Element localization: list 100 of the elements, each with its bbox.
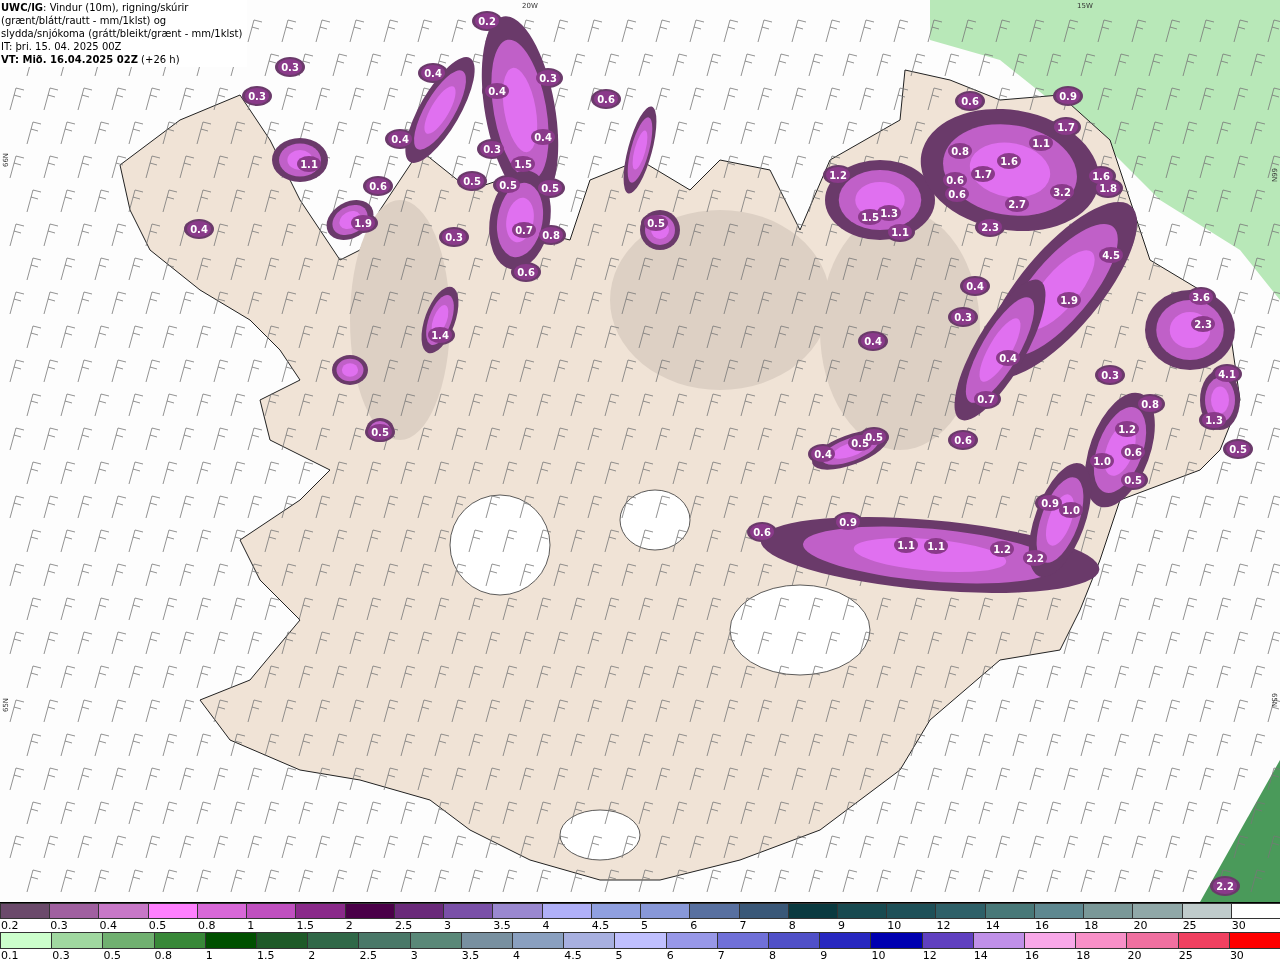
legend-label: 6 [665,949,674,960]
value-label: 2.3 [1194,319,1212,330]
value-label: 2.3 [981,222,999,233]
value-label: 1.2 [993,544,1011,555]
value-label: 0.6 [369,181,387,192]
value-label: 0.4 [966,281,984,292]
legend-label: 12 [935,919,951,932]
value-label: 0.8 [542,230,560,241]
value-label: 1.5 [861,212,879,223]
value-label: 0.9 [1059,91,1077,102]
value-label: 0.3 [539,73,557,84]
legend-label: 0.5 [147,919,167,932]
legend-label: 0.4 [98,919,117,932]
value-label: 0.6 [948,189,966,200]
legend-label: 16 [1033,919,1049,932]
value-label: 1.9 [1060,295,1078,306]
legend-label: 2 [344,919,353,932]
legend-label: 0.3 [49,919,68,932]
legend-label: 1.5 [295,919,314,932]
value-label: 1.9 [354,218,372,229]
legend-label: 6 [689,919,698,932]
legend-label: 3 [443,919,452,932]
legend-label: 2 [307,949,316,960]
value-label: 1.1 [300,159,318,170]
legend-label: 1 [246,919,255,932]
value-label: 1.0 [1093,456,1111,467]
value-label: 1.1 [891,227,909,238]
value-label: 0.7 [515,225,533,236]
legend-label: 18 [1075,949,1091,960]
legend-label: 12 [921,949,937,960]
legend-label: 9 [837,919,845,932]
value-label: 0.4 [999,353,1017,364]
legend-label: 7 [738,919,747,932]
legend-label: 20 [1132,919,1148,932]
value-label: 0.5 [371,427,389,438]
value-label: 1.1 [927,541,945,552]
title-text: IT: þri. 15. 04. 2025 00Z [1,40,123,53]
value-label: 0.6 [1124,447,1142,458]
legend-label: 8 [787,919,796,932]
value-label: 0.4 [391,134,409,145]
legend-label: 10 [886,919,902,932]
value-label: 0.4 [488,86,506,97]
value-label: 1.2 [829,170,847,181]
legend-label: 14 [984,919,1000,932]
legend-label: 0.2 [0,919,19,932]
value-label: 0.5 [499,180,517,191]
legend-label: 3.5 [492,919,511,932]
value-label: 0.4 [190,224,208,235]
legend-label: 0.8 [153,949,173,960]
value-label: 2.7 [1008,199,1026,210]
value-label: 0.6 [517,267,535,278]
legend-label: 5 [640,919,649,932]
legend-label: 10 [870,949,886,960]
legend-label: 2.5 [393,919,413,932]
value-label: 1.0 [1062,505,1080,516]
value-label: 1.3 [1205,415,1223,426]
value-label: 1.6 [1000,156,1018,167]
value-label: 0.9 [839,517,857,528]
value-label: 0.5 [541,183,559,194]
value-label: 3.2 [1053,187,1071,198]
value-label: 0.6 [954,435,972,446]
value-label: 1.6 [1092,171,1110,182]
value-label: 1.5 [514,159,532,170]
value-label: 1.7 [974,169,992,180]
value-label: 4.1 [1218,369,1236,380]
legend-label: 3.5 [460,949,480,960]
value-label: 0.6 [597,94,615,105]
value-label: 0.3 [445,232,463,243]
title-text: UWC/IG: Vindur (10m), rigning/skúrir (grænt/blátt/rautt - mm/1klst) og slydda/snjókoma (grátt/bleikt/grænt - mm/1klst) [1,1,244,40]
value-label: 0.2 [478,16,496,27]
value-label: 0.5 [1124,475,1142,486]
legend-label: 0.5 [102,949,121,960]
value-label: 0.4 [424,68,442,79]
value-label: 0.5 [1229,444,1247,455]
legend-label: 8 [768,949,777,960]
value-label: 0.3 [248,91,266,102]
legend-label: 9 [819,949,828,960]
legend-label: 30 [1230,919,1246,932]
legend-label: 20 [1126,949,1142,960]
legend-label: 25 [1181,919,1197,932]
value-label: 0.6 [946,175,964,186]
value-label: 0.4 [534,132,552,143]
value-label: 0.8 [951,146,969,157]
legend-label: 5 [614,949,623,960]
value-label: 1.1 [897,540,915,551]
value-label: 0.7 [977,394,995,405]
legend-label: 3 [409,949,418,960]
value-label: 4.5 [1102,250,1120,261]
value-label: 0.4 [814,449,832,460]
legend-label: 25 [1177,949,1193,960]
legend-label: 16 [1024,949,1040,960]
value-label: 2.2 [1216,881,1234,892]
legend-label: 1.5 [256,949,275,960]
legend-label: 30 [1228,949,1244,960]
legend-label: 0.3 [51,949,70,960]
value-label: 0.3 [483,144,501,155]
value-label: 1.7 [1057,122,1075,133]
legend-label: 18 [1083,919,1099,932]
value-label: 0.5 [463,176,481,187]
value-label: 0.4 [864,336,882,347]
